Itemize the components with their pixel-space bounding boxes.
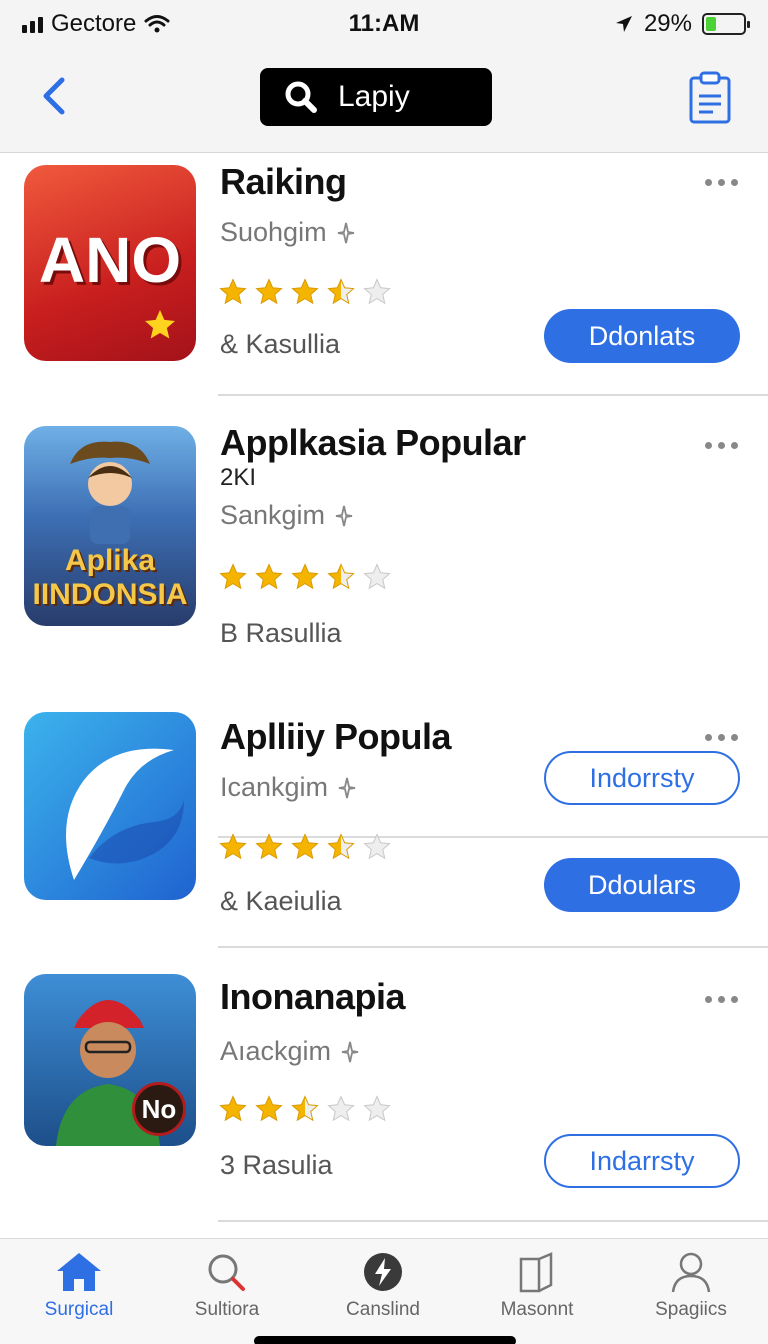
sparkle-icon — [338, 777, 356, 798]
app-icon-label: No — [141, 1093, 177, 1124]
search-icon — [208, 1254, 245, 1291]
bolt-icon — [364, 1253, 402, 1291]
app-extra-label: 2KI — [220, 464, 257, 491]
install-button[interactable]: Indorrsty — [544, 751, 740, 805]
sparkle-icon — [341, 1041, 359, 1062]
star-rating — [218, 562, 392, 592]
star-full-icon — [219, 278, 247, 305]
app-name: Aplliiy Popula — [220, 716, 452, 757]
battery-percent: 29% — [643, 10, 692, 37]
star-empty-icon — [327, 1095, 355, 1122]
sparkle-icon — [335, 505, 353, 526]
star-full-icon — [255, 1095, 283, 1122]
app-count: & Kaeiulia — [220, 886, 342, 916]
app-subtitle: Icankgim — [220, 772, 356, 803]
app-subtitle-text: Aıackgim — [220, 1036, 332, 1066]
app-icon-inonanapia[interactable]: No — [24, 974, 196, 1146]
star-full-icon — [219, 833, 247, 860]
download-button[interactable]: Ddoulars — [544, 858, 740, 912]
app-count: 3 Rasulia — [220, 1150, 333, 1180]
star-full-icon — [255, 833, 283, 860]
app-icon-badge: No — [132, 1082, 186, 1136]
app-subtitle-text: Sankgim — [220, 500, 326, 530]
star-full-icon — [255, 278, 283, 305]
tab-surgical[interactable]: Surgical — [14, 1251, 144, 1321]
tab-label: Sultiora — [194, 1299, 260, 1320]
app-count: B Rasullia — [220, 618, 342, 648]
app-icon-aplika[interactable]: Aplika IINDONSIA — [24, 426, 196, 626]
search-input[interactable] — [338, 80, 458, 114]
star-full-icon — [219, 563, 247, 590]
star-full-icon — [255, 563, 283, 590]
book-icon — [519, 1252, 553, 1293]
battery-icon — [702, 13, 750, 35]
app-subtitle: Suohgim — [220, 217, 355, 248]
download-button[interactable]: Ddonlats — [544, 309, 740, 363]
status-bar: Gectore 11:AM 29% — [0, 0, 768, 48]
character-icon — [70, 441, 150, 544]
home-indicator[interactable] — [254, 1336, 516, 1344]
star-full-icon — [291, 278, 319, 305]
install-button[interactable]: Indarrsty — [544, 1134, 740, 1188]
star-empty-icon — [363, 278, 391, 305]
search-icon — [285, 81, 317, 113]
tab-bar: Surgical Sultiora Canslind Masonnt Spagi… — [0, 1238, 768, 1344]
tab-label: Spagiics — [655, 1299, 727, 1320]
app-name: Raiking — [220, 161, 347, 202]
row-divider — [218, 946, 768, 948]
tab-label: Surgical — [44, 1299, 114, 1320]
app-icon-label: ANO — [38, 224, 182, 296]
sparkle-icon — [337, 222, 354, 243]
status-right: 29% — [614, 10, 750, 38]
row-divider — [218, 1220, 768, 1222]
app-name: Inonanapia — [220, 976, 406, 1017]
star-empty-icon — [363, 1095, 391, 1122]
star-half-icon — [291, 1095, 319, 1122]
row-divider — [218, 394, 768, 396]
star-full-icon — [291, 833, 319, 860]
star-empty-icon — [363, 563, 391, 590]
tab-label: Masonnt — [500, 1299, 574, 1320]
app-count: & Kasullia — [220, 329, 341, 359]
wave-logo-icon — [66, 748, 184, 880]
more-options-button[interactable] — [705, 179, 738, 186]
clipboard-button[interactable] — [688, 70, 732, 124]
star-rating — [218, 832, 392, 862]
app-subtitle: Sankgim — [220, 500, 353, 531]
star-icon — [145, 310, 175, 339]
app-subtitle: Aıackgim — [220, 1036, 359, 1067]
app-name: Applkasia Popular — [220, 422, 526, 463]
search-bar[interactable] — [260, 68, 492, 126]
tab-label: Canslind — [346, 1299, 420, 1320]
more-options-button[interactable] — [705, 734, 738, 741]
tab-spagiics[interactable]: Spagiics — [626, 1251, 756, 1321]
app-subtitle-text: Suohgim — [220, 217, 327, 247]
star-half-icon — [327, 833, 355, 860]
star-full-icon — [291, 563, 319, 590]
tab-masonnt[interactable]: Masonnt — [472, 1251, 602, 1321]
back-button[interactable] — [36, 72, 76, 120]
home-icon — [57, 1253, 101, 1291]
app-icon-ano[interactable]: ANO — [24, 165, 196, 361]
star-empty-icon — [363, 833, 391, 860]
tab-canslind[interactable]: Canslind — [318, 1251, 448, 1321]
app-icon-aplliiy[interactable] — [24, 712, 196, 900]
more-options-button[interactable] — [705, 442, 738, 449]
app-subtitle-text: Icankgim — [220, 772, 329, 802]
star-rating — [218, 277, 392, 307]
app-icon-label: Aplika IINDONSIA — [32, 544, 188, 611]
person-icon — [671, 1252, 711, 1293]
star-half-icon — [327, 563, 355, 590]
star-half-icon — [327, 278, 355, 305]
tab-sultiora[interactable]: Sultiora — [162, 1251, 292, 1321]
chevron-left-icon — [43, 77, 65, 115]
star-full-icon — [219, 1095, 247, 1122]
more-options-button[interactable] — [705, 996, 738, 1003]
nav-bar — [0, 48, 768, 153]
clipboard-icon — [689, 71, 731, 124]
star-rating — [218, 1094, 392, 1124]
location-icon — [615, 16, 632, 32]
